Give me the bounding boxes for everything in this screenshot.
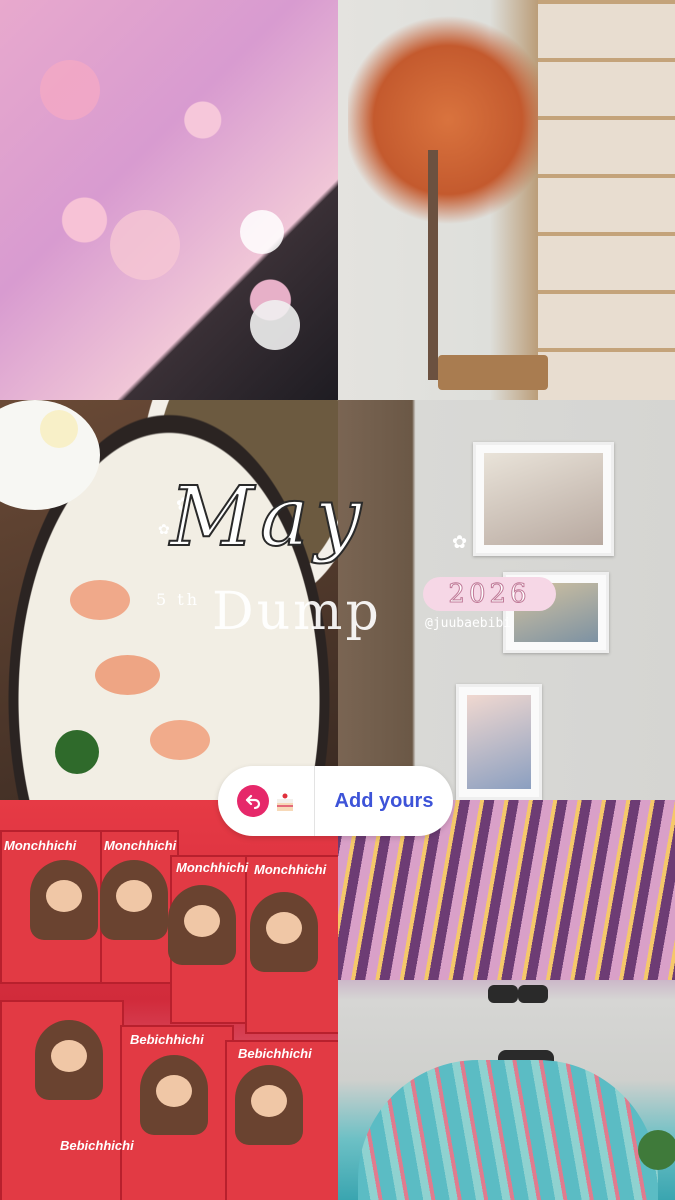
fabric-pattern-circle [110,210,180,280]
user-handle: @juubaebibi [425,616,512,631]
wooden-shelves [538,0,675,400]
yukata-teal [358,1060,658,1200]
add-yours-icons[interactable] [218,766,315,836]
photo-monchhichi-dolls: Monchhichi Monchhichi Monchhichi Monchhi… [0,800,338,1200]
picture-frame-bottom [456,684,542,800]
story-title: May [169,469,470,570]
box-label: Monchhichi [176,860,249,875]
wooden-stool [438,355,548,390]
box-label: Bebichhichi [130,1032,204,1047]
monchhichi-doll [250,892,318,972]
flower-icon: ✿ [158,521,170,537]
sandal [518,985,548,1003]
monchhichi-doll [100,860,168,940]
title-may-text: May [169,469,368,566]
sandal [488,985,518,1003]
parsley-garnish [55,730,99,774]
year-text: 2026 [448,579,531,610]
add-yours-button[interactable]: Add yours [315,790,453,813]
cake-icon [275,789,295,813]
shrimp [70,580,130,620]
monchhichi-doll [30,860,98,940]
photo-kimono-fabric [0,0,338,400]
photo-maple-tree-shelves [338,0,675,400]
box-label: Bebichhichi [60,1138,134,1153]
fabric-pattern-circle [240,210,284,254]
shrimp [150,720,210,760]
box-label: Monchhichi [4,838,77,853]
reply-arrow-icon [237,785,269,817]
fabric-pattern-circle [250,300,300,350]
add-yours-sticker[interactable]: Add yours [218,766,453,836]
box-label: Monchhichi [254,862,327,877]
box-label: Bebichhichi [238,1046,312,1061]
story-subtitle: Dump [212,582,382,642]
year-pill: 2026 [423,577,556,611]
plant [638,1130,675,1170]
picture-frame-top [473,442,614,556]
date-day: 5 th [156,590,200,609]
maple-foliage [348,10,548,230]
photo-yukata-feet [338,800,675,1200]
monchhichi-doll [35,1020,103,1100]
monchhichi-doll [140,1055,208,1135]
fabric-pattern-circle [40,60,100,120]
monchhichi-doll [235,1065,303,1145]
shrimp [95,655,160,695]
box-label: Monchhichi [104,838,177,853]
cheese-heart [40,410,78,448]
monchhichi-doll [168,885,236,965]
tree-trunk [428,150,438,380]
